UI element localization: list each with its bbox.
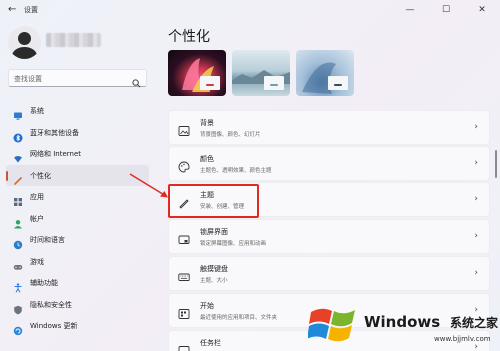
maximize-icon[interactable]: ☐: [428, 0, 464, 20]
card-subtitle: 最近使用的应用和项目、文件夹: [200, 315, 278, 321]
search-placeholder: 查找设置: [14, 75, 42, 83]
sidebar-item-label: 帐户: [30, 214, 44, 223]
chevron-right-icon: ›: [474, 231, 478, 241]
card-title: 颜色: [200, 155, 214, 163]
sidebar-item-accessibility[interactable]: 辅助功能: [6, 272, 149, 294]
accessibility-icon: [13, 278, 23, 293]
card-title: 背景: [200, 119, 214, 127]
brush-icon: [13, 171, 23, 185]
avatar[interactable]: [8, 26, 41, 59]
card-colors[interactable]: 颜色 主题色、透明效果、颜色主题 ›: [168, 146, 490, 181]
sidebar-item-system[interactable]: 系统: [6, 100, 149, 122]
back-arrow-icon[interactable]: ←: [8, 4, 16, 15]
system-icon: [13, 106, 23, 120]
active-indicator: [6, 170, 8, 181]
search-input[interactable]: 查找设置: [8, 69, 147, 88]
card-touch-keyboard[interactable]: 触摸键盘 主题、大小 ›: [168, 256, 490, 291]
theme-thumbnail[interactable]: [232, 50, 290, 96]
sidebar-item-label: 辅助功能: [30, 279, 58, 287]
annotation-arrow-icon: [129, 173, 168, 198]
window-title: 设置: [24, 6, 38, 14]
lock-screen-icon: [178, 231, 190, 244]
sidebar-item-accounts[interactable]: 帐户: [6, 208, 149, 230]
sidebar-item-label: 网络和 Internet: [30, 150, 82, 158]
shield-icon: [13, 300, 23, 314]
card-subtitle: 主题、大小: [200, 278, 228, 284]
start-icon: [178, 305, 190, 319]
wifi-icon: [13, 149, 23, 163]
sidebar-item-windows-update[interactable]: Windows 更新: [6, 315, 149, 337]
account-icon: [13, 214, 23, 228]
windows-logo-icon: [308, 308, 355, 342]
windows-update-icon: [13, 321, 23, 336]
sidebar-item-label: 系统: [30, 107, 44, 115]
card-lock-screen[interactable]: 锁屏界面 锁定屏幕图像、应用和动画 ›: [168, 219, 490, 254]
scrollbar[interactable]: [495, 150, 497, 178]
image-icon: [178, 122, 190, 136]
card-subtitle: 主题色、透明效果、颜色主题: [200, 168, 272, 174]
search-icon[interactable]: [132, 73, 141, 92]
chevron-right-icon: ›: [474, 194, 478, 204]
watermark-tagline: 系统之家: [450, 316, 499, 330]
sidebar-item-time-language[interactable]: 时间和语言: [6, 229, 149, 251]
sidebar-item-privacy[interactable]: 隐私和安全性: [6, 294, 149, 316]
theme-thumbnail[interactable]: [296, 50, 354, 96]
apps-icon: [13, 192, 23, 206]
page-title: 个性化: [168, 29, 210, 45]
card-title: 任务栏: [200, 339, 221, 347]
username-redacted: [46, 33, 101, 47]
title-bar: ← 设置 — ☐ ✕: [0, 0, 500, 22]
card-title: 触摸键盘: [200, 265, 228, 273]
sidebar-item-label: 应用: [30, 193, 44, 201]
chevron-right-icon: ›: [474, 268, 478, 278]
sidebar-item-gaming[interactable]: 游戏: [6, 251, 149, 273]
palette-icon: [178, 158, 190, 173]
sidebar-item-bluetooth[interactable]: 蓝牙和其他设备: [6, 122, 149, 144]
globe-clock-icon: [13, 235, 23, 250]
chevron-right-icon: ›: [474, 122, 478, 132]
annotation-highlight-box: [168, 184, 259, 218]
card-subtitle: 锁定屏幕图像、应用和动画: [200, 241, 267, 247]
sidebar-item-label: 蓝牙和其他设备: [30, 128, 79, 137]
sidebar-item-label: 时间和语言: [30, 236, 65, 244]
watermark-brand: Windows: [364, 313, 441, 331]
sidebar-item-label: 隐私和安全性: [30, 300, 72, 309]
sidebar-item-label: Windows 更新: [30, 322, 78, 330]
gamepad-icon: [13, 257, 23, 270]
theme-thumbnail[interactable]: [168, 50, 226, 96]
close-icon[interactable]: ✕: [464, 0, 500, 20]
chevron-right-icon: ›: [474, 158, 478, 168]
sidebar-item-label: 游戏: [30, 257, 44, 266]
sidebar-item-network[interactable]: 网络和 Internet: [6, 143, 149, 165]
taskbar-icon: [178, 342, 190, 351]
card-title: 锁屏界面: [200, 228, 228, 236]
keyboard-icon: [178, 268, 190, 281]
card-subtitle: 背景图像、颜色、幻灯片: [200, 132, 261, 138]
minimize-icon[interactable]: —: [392, 0, 428, 20]
sidebar-nav: 系统 蓝牙和其他设备 网络和 Internet 个性化 应用 帐户 时间和语言 …: [6, 100, 149, 337]
bluetooth-icon: [13, 128, 23, 142]
card-title: 开始: [200, 302, 214, 310]
sidebar-item-label: 个性化: [30, 171, 51, 180]
card-background[interactable]: 背景 背景图像、颜色、幻灯片 ›: [168, 110, 490, 145]
watermark-url: www.bjjmlv.com: [434, 335, 491, 343]
watermark: Windows 系统之家 www.bjjmlv.com: [302, 296, 500, 351]
